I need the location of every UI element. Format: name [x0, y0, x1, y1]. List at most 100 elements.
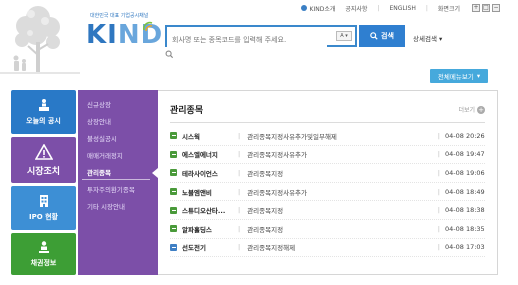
search-input[interactable]: [167, 31, 327, 49]
submenu-item-managed-stocks[interactable]: 관리종목: [78, 165, 158, 182]
disclosure-title[interactable]: 관리종목지정사유추가: [247, 149, 438, 159]
logo-spark-icon: [143, 21, 153, 32]
separator: |: [238, 150, 241, 159]
disclosure-time: 04-08 18:35: [445, 224, 485, 233]
tab-ipo-status[interactable]: IPO 현황: [11, 186, 76, 230]
disclosure-title[interactable]: 관리종목지정: [247, 205, 438, 215]
magnifier-icon: [165, 50, 174, 59]
managed-stocks-panel: 관리종목 더보기 + 시스웍 | 관리종목지정사유추가및일부해제 | 04-08…: [158, 90, 498, 275]
building-icon: [39, 195, 48, 207]
panel-title: 관리종목: [170, 106, 204, 116]
disclosure-title[interactable]: 관리종목지정: [247, 168, 438, 178]
warning-icon: [34, 143, 53, 160]
submenu-item-listing-guide[interactable]: 상장안내: [78, 114, 158, 131]
disclosure-list: 시스웍 | 관리종목지정사유추가및일부해제 | 04-08 20:26 에스엘에…: [170, 127, 485, 258]
notice-link[interactable]: 공지사항: [345, 4, 367, 13]
list-item[interactable]: 시스웍 | 관리종목지정사유추가및일부해제 | 04-08 20:26: [170, 127, 485, 146]
disclosure-title[interactable]: 관리종목지정해제: [247, 242, 438, 252]
tab-today-disclosure[interactable]: 오늘의 공시: [11, 90, 76, 134]
separator: |: [437, 168, 440, 177]
disclosure-title[interactable]: 관리종목지정사유추가및일부해제: [247, 131, 438, 141]
separator: |: [437, 224, 440, 233]
company-name[interactable]: 알파홀딩스: [182, 224, 236, 234]
zoom-out-button[interactable]: −: [492, 4, 500, 12]
tab-bond-info[interactable]: 채권정보: [11, 233, 76, 275]
zoom-reset-button[interactable]: □: [482, 4, 490, 12]
separator: |: [238, 131, 241, 140]
tab-label: 채권정보: [30, 259, 57, 267]
all-menu-button[interactable]: 전체메뉴보기 ▾: [430, 69, 488, 83]
disclosure-time: 04-08 18:49: [445, 187, 485, 196]
advanced-search-label: 상세검색: [413, 35, 437, 43]
company-name[interactable]: 시스웍: [182, 131, 236, 141]
chevron-down-icon: ▾: [476, 72, 481, 80]
list-item[interactable]: 에스엘에너지 | 관리종목지정사유추가 | 04-08 19:47: [170, 146, 485, 165]
search-button-label: 검색: [381, 33, 394, 40]
podium-icon: [38, 99, 49, 111]
submenu-item-investment-caution[interactable]: 투자주의환기종목: [78, 182, 158, 199]
kind-intro-link[interactable]: KIND소개: [300, 4, 336, 13]
disclosure-time: 04-08 20:26: [445, 131, 485, 140]
document-icon: [170, 188, 177, 196]
all-menu-label: 전체메뉴보기: [437, 73, 474, 81]
disclosure-title[interactable]: 관리종목지정: [247, 224, 438, 234]
kind-intro-label: KIND소개: [309, 5, 336, 13]
zoom-in-button[interactable]: +: [472, 4, 480, 12]
list-item[interactable]: 선도전기 | 관리종목지정해제 | 04-08 17:03: [170, 239, 485, 258]
company-name[interactable]: 노블엠앤비: [182, 187, 236, 197]
utility-bar: KIND소개 공지사항 | ENGLISH | 화면크기 + □ −: [300, 2, 500, 14]
english-link[interactable]: ENGLISH: [390, 5, 416, 12]
separator: |: [437, 150, 440, 159]
search-icon: [370, 32, 378, 40]
search-type-select[interactable]: A ▾: [336, 31, 352, 41]
submenu-item-new-listing[interactable]: 신규상장: [78, 97, 158, 114]
separator: |: [238, 206, 241, 215]
disclosure-title[interactable]: 관리종목지정사유추가: [247, 187, 438, 197]
document-icon: [170, 225, 177, 233]
submenu-item-other-market-info[interactable]: 기타 시장안내: [78, 199, 158, 216]
advanced-search-link[interactable]: 상세검색 ▾: [413, 33, 442, 43]
company-name[interactable]: 스튜디오산타...: [182, 205, 236, 215]
list-item[interactable]: 스튜디오산타... | 관리종목지정 | 04-08 18:38: [170, 201, 485, 220]
more-label: 더보기: [458, 107, 475, 114]
logo-word-b: ND: [117, 20, 164, 50]
separator: |: [238, 187, 241, 196]
bond-person-icon: [38, 241, 49, 253]
submenu-item-trading-halt[interactable]: 매매거래정지: [78, 148, 158, 165]
market-action-submenu: 신규상장 상장안내 불성실공시 매매거래정지 관리종목 투자주의환기종목 기타 …: [78, 90, 158, 275]
company-name[interactable]: 테라사이언스: [182, 168, 236, 178]
document-icon: [170, 132, 177, 140]
tab-market-action[interactable]: 시장조치: [11, 137, 76, 183]
zoom-label: 화면크기: [437, 5, 460, 13]
tree-illustration: [0, 6, 80, 74]
document-icon: [170, 150, 177, 158]
search-box: A ▾: [165, 25, 357, 49]
disclosure-time: 04-08 19:47: [445, 150, 485, 159]
document-icon: [170, 169, 177, 177]
search-button[interactable]: 검색: [359, 25, 405, 47]
logo-tagline: 대한민국 대표 기업공시채널: [90, 13, 149, 19]
plus-icon: +: [477, 105, 485, 114]
separator: |: [437, 187, 440, 196]
separator: |: [238, 224, 241, 233]
disclosure-time: 04-08 17:03: [445, 243, 485, 252]
list-item[interactable]: 노블엠앤비 | 관리종목지정사유추가 | 04-08 18:49: [170, 183, 485, 202]
separator: |: [437, 243, 440, 252]
tab-label: 시장조치: [26, 166, 61, 177]
kind-logo[interactable]: 대한민국 대표 기업공시채널 KIND: [86, 12, 162, 52]
logo-word-a: KI: [86, 20, 118, 50]
company-name[interactable]: 에스엘에너지: [182, 149, 236, 159]
more-link[interactable]: 더보기 +: [458, 105, 485, 114]
company-name[interactable]: 선도전기: [182, 242, 236, 252]
list-item[interactable]: 알파홀딩스 | 관리종목지정 | 04-08 18:35: [170, 220, 485, 239]
search-type-value: A: [340, 33, 344, 39]
disclosure-time: 04-08 18:38: [445, 206, 485, 215]
separator: |: [437, 131, 440, 140]
tab-label: IPO 현황: [28, 213, 58, 221]
separator: |: [437, 206, 440, 215]
separator: |: [238, 243, 241, 252]
separator: |: [425, 4, 428, 12]
list-item[interactable]: 테라사이언스 | 관리종목지정 | 04-08 19:06: [170, 164, 485, 183]
submenu-item-unfaithful-disclosure[interactable]: 불성실공시: [78, 131, 158, 148]
divider: [170, 122, 485, 123]
